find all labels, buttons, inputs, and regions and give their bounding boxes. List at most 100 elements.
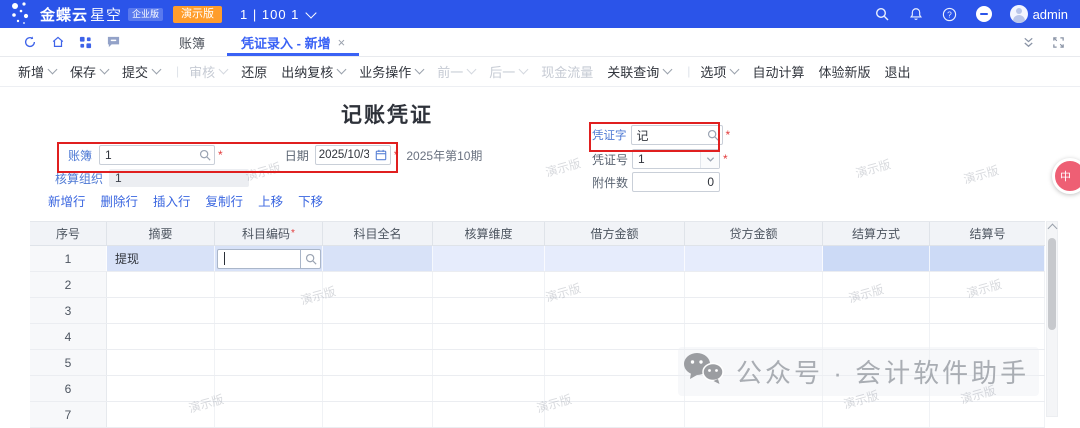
- cell-debit-amount[interactable]: [545, 350, 685, 375]
- message-icon[interactable]: [106, 35, 121, 50]
- cell-summary[interactable]: [107, 272, 215, 297]
- toolbar-button-previous[interactable]: 前一: [437, 62, 475, 81]
- cell-settle-method[interactable]: [823, 272, 930, 297]
- cell-debit-amount[interactable]: [545, 298, 685, 323]
- cell-settle-method[interactable]: [823, 350, 930, 375]
- toolbar-button-save[interactable]: 保存: [70, 62, 108, 81]
- cell-summary[interactable]: [107, 324, 215, 349]
- cell-summary[interactable]: [107, 350, 215, 375]
- toolbar-button-restore[interactable]: 还原: [241, 62, 267, 81]
- toolbar-button-business-operation[interactable]: 业务操作: [359, 62, 423, 81]
- cell-seq[interactable]: 3: [30, 298, 107, 323]
- ledger-label[interactable]: 账簿: [68, 147, 92, 164]
- tab-ledger[interactable]: 账簿: [161, 28, 223, 56]
- account-code-input-box[interactable]: [217, 249, 321, 269]
- toolbar-button-cash-flow[interactable]: 现金流量: [541, 62, 593, 81]
- toolbar-button-cashier-review[interactable]: 出纳复核: [281, 62, 345, 81]
- collapse-double-chevron-icon[interactable]: [1021, 35, 1036, 50]
- scroll-up-icon[interactable]: [1048, 224, 1058, 234]
- search-icon[interactable]: [874, 6, 890, 22]
- cell-account-code[interactable]: [215, 402, 323, 427]
- cell-debit-amount[interactable]: [545, 376, 685, 401]
- close-icon[interactable]: ×: [338, 35, 346, 50]
- cell-seq[interactable]: 4: [30, 324, 107, 349]
- cell-settle-no[interactable]: [930, 298, 1045, 323]
- tab-voucher-entry[interactable]: 凭证录入 - 新增×: [223, 28, 363, 56]
- search-icon[interactable]: [704, 126, 722, 144]
- org-switcher[interactable]: 1 | 100 1: [240, 7, 299, 22]
- org-label[interactable]: 核算组织: [55, 170, 103, 187]
- cell-summary[interactable]: 提现: [107, 246, 215, 271]
- toolbar-button-next[interactable]: 后一: [489, 62, 527, 81]
- bell-icon[interactable]: [908, 6, 924, 22]
- cell-dimension[interactable]: [433, 376, 545, 401]
- cell-seq[interactable]: 1: [30, 246, 107, 271]
- toolbar-button-submit[interactable]: 提交: [122, 62, 160, 81]
- cell-debit-amount[interactable]: [545, 324, 685, 349]
- chevron-down-icon[interactable]: [306, 7, 317, 18]
- toolbar-button-options[interactable]: 选项: [700, 62, 738, 81]
- cell-summary[interactable]: [107, 402, 215, 427]
- cell-settle-method[interactable]: [823, 246, 930, 271]
- toolbar-button-exit[interactable]: 退出: [884, 62, 910, 81]
- cell-account-code[interactable]: [215, 272, 323, 297]
- link-copy-row[interactable]: 复制行: [206, 191, 244, 210]
- voucher-no-input[interactable]: [633, 152, 700, 166]
- cell-debit-amount[interactable]: [545, 246, 685, 271]
- cell-credit-amount[interactable]: [685, 376, 823, 401]
- cell-credit-amount[interactable]: [685, 246, 823, 271]
- cell-account-code[interactable]: [215, 298, 323, 323]
- link-insert-row[interactable]: 插入行: [153, 191, 191, 210]
- cell-settle-no[interactable]: [930, 272, 1045, 297]
- cell-seq[interactable]: 7: [30, 402, 107, 427]
- toolbar-button-related-query[interactable]: 关联查询: [607, 62, 671, 81]
- home-icon[interactable]: [50, 35, 65, 50]
- cell-settle-no[interactable]: [930, 402, 1045, 427]
- search-icon[interactable]: [196, 146, 214, 164]
- cell-account-code[interactable]: [215, 376, 323, 401]
- toolbar-button-auto-calculate[interactable]: 自动计算: [752, 62, 804, 81]
- cell-debit-amount[interactable]: [545, 272, 685, 297]
- toolbar-button-audit[interactable]: 审核: [189, 62, 227, 81]
- cell-dimension[interactable]: [433, 272, 545, 297]
- search-icon[interactable]: [300, 250, 320, 268]
- user-menu[interactable]: admin: [1010, 5, 1068, 23]
- link-delete-row[interactable]: 删除行: [101, 191, 139, 210]
- cell-seq[interactable]: 5: [30, 350, 107, 375]
- help-icon[interactable]: ?: [942, 6, 958, 22]
- cell-summary[interactable]: [107, 376, 215, 401]
- toolbar-button-new[interactable]: 新增: [18, 62, 56, 81]
- cell-dimension[interactable]: [433, 402, 545, 427]
- cell-credit-amount[interactable]: [685, 324, 823, 349]
- cell-account-name[interactable]: [323, 272, 433, 297]
- cell-account-name[interactable]: [323, 376, 433, 401]
- cell-credit-amount[interactable]: [685, 402, 823, 427]
- cell-account-name[interactable]: [323, 298, 433, 323]
- cell-account-name[interactable]: [323, 324, 433, 349]
- voucher-word-label[interactable]: 凭证字: [592, 127, 627, 143]
- cell-dimension[interactable]: [433, 298, 545, 323]
- cell-settle-no[interactable]: [930, 324, 1045, 349]
- toolbar-button-try-new-version[interactable]: 体验新版: [818, 62, 870, 81]
- cell-account-code[interactable]: [215, 324, 323, 349]
- cell-seq[interactable]: 6: [30, 376, 107, 401]
- link-move-down[interactable]: 下移: [298, 191, 323, 210]
- date-input[interactable]: [316, 149, 372, 161]
- cell-account-code[interactable]: [215, 350, 323, 375]
- cell-account-name[interactable]: [323, 350, 433, 375]
- cell-dimension[interactable]: [433, 324, 545, 349]
- fullscreen-icon[interactable]: [1051, 35, 1066, 50]
- chevron-down-icon[interactable]: [700, 150, 719, 168]
- attachment-input[interactable]: [633, 175, 719, 189]
- cell-settle-no[interactable]: [930, 350, 1045, 375]
- voucher-word-input[interactable]: [632, 128, 704, 142]
- cell-credit-amount[interactable]: [685, 350, 823, 375]
- cell-settle-method[interactable]: [823, 402, 930, 427]
- cell-settle-method[interactable]: [823, 324, 930, 349]
- cell-settle-no[interactable]: [930, 376, 1045, 401]
- scrollbar-thumb[interactable]: [1048, 238, 1056, 330]
- vertical-scrollbar[interactable]: [1046, 221, 1058, 417]
- cell-account-name[interactable]: [323, 246, 433, 271]
- cell-settle-method[interactable]: [823, 298, 930, 323]
- cell-credit-amount[interactable]: [685, 298, 823, 323]
